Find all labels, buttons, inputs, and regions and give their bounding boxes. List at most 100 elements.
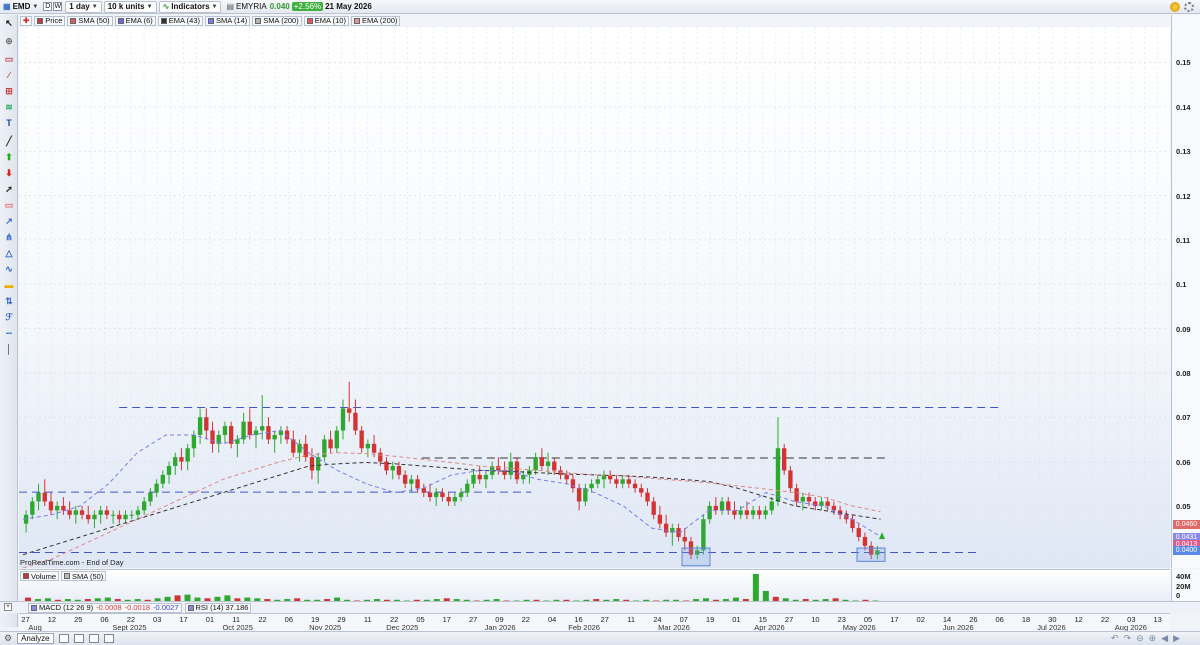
ruler-icon[interactable]: ▭ — [3, 53, 15, 65]
zoom-out-icon[interactable]: ⊖ — [1136, 633, 1144, 644]
chevron-down-icon: ▼ — [32, 3, 39, 10]
date-tick: 10 — [811, 615, 820, 624]
candle-body — [42, 492, 47, 502]
zoom-icon[interactable]: ⊕ — [3, 35, 15, 47]
line-tool-icon[interactable]: ╱ — [3, 135, 15, 147]
chart-options-button[interactable]: ✚ — [20, 15, 33, 26]
candle-body — [576, 488, 582, 502]
timeframe-label: 1 day — [69, 2, 90, 11]
ray-icon[interactable]: ↗ — [3, 215, 15, 227]
volume-legend-item[interactable]: Volume — [20, 571, 60, 581]
price-tick: 0.06 — [1176, 457, 1191, 467]
price-tick: 0.05 — [1176, 501, 1191, 511]
macd-value-1: -0.0008 — [96, 603, 122, 612]
legend-swatch — [37, 17, 44, 24]
settings-icon[interactable]: ⚙ — [4, 633, 12, 644]
candle-body — [477, 474, 482, 480]
last-price: 0.040 — [269, 2, 290, 11]
window-icon[interactable] — [88, 634, 99, 643]
alert-icon[interactable] — [1170, 1, 1180, 12]
symbol-label: EMD — [12, 2, 31, 11]
chevron-down-icon: ▼ — [211, 3, 218, 10]
units-selector[interactable]: 10 k units ▼ — [103, 0, 157, 13]
symbol-selector[interactable]: ▦ EMD ▼ — [0, 1, 41, 13]
candle-body — [123, 514, 128, 520]
zoom-in-icon[interactable]: ⊕ — [1149, 633, 1157, 644]
triangle-icon[interactable]: △ — [3, 247, 15, 259]
scroll-right-icon[interactable]: ▶ — [1173, 633, 1180, 644]
date-tick: 22 — [258, 615, 267, 624]
table-icon[interactable] — [103, 634, 114, 643]
legend-item[interactable]: Price — [34, 15, 66, 26]
vertical-line-icon[interactable]: │ — [3, 343, 15, 355]
legend-item[interactable]: EMA (6) — [114, 15, 156, 26]
rsi-label: RSI (14) 37.186 — [195, 603, 249, 612]
trendline-icon[interactable]: ∕ — [3, 69, 15, 81]
legend-item[interactable]: SMA (200) — [252, 15, 302, 26]
volume-sma-legend-item[interactable]: SMA (50) — [61, 571, 107, 581]
candle-body — [483, 474, 489, 480]
arrow-down-icon[interactable]: ⬇ — [3, 167, 15, 179]
analyze-button[interactable]: Analyze — [17, 633, 54, 644]
wave-icon[interactable]: ∿ — [3, 263, 15, 275]
rsi-legend[interactable]: RSI (14) 37.186 — [184, 602, 252, 613]
candle-body — [496, 466, 501, 471]
candle-body — [452, 497, 458, 502]
legend-item[interactable]: EMA (200) — [350, 15, 401, 26]
candle-body — [421, 488, 426, 493]
candle-body — [446, 497, 451, 502]
measure-icon[interactable]: ⇅ — [3, 295, 15, 307]
candle-body — [402, 474, 408, 484]
timeframe-selector[interactable]: 1 day ▼ — [65, 0, 102, 13]
fibonacci-icon[interactable]: ⊞ — [3, 85, 15, 97]
legend-item[interactable]: SMA (14) — [205, 15, 251, 26]
macd-legend[interactable]: MACD (12 26 9) -0.0008 -0.0018 -0.0027 — [28, 602, 182, 613]
rectangle-icon[interactable]: ▭ — [3, 199, 15, 211]
price-chart-svg — [19, 27, 1170, 569]
redo-icon[interactable]: ↷ — [1124, 633, 1132, 644]
collapse-icon[interactable]: + — [4, 603, 12, 611]
gear-icon[interactable] — [1184, 1, 1194, 12]
price-tick: 0.14 — [1176, 102, 1191, 112]
legend-swatch — [208, 17, 215, 24]
arrow-up-icon[interactable]: ⬆ — [3, 151, 15, 163]
price-chart[interactable]: ProRealTime.com - End of Day — [19, 27, 1170, 569]
daily-period-button[interactable]: D — [43, 2, 53, 11]
candle-body — [800, 497, 805, 502]
time-axis[interactable]: 27 12 25 06 22 03 17 01 11 22 06 19 29 11 22 05 17 27 09 22… — [19, 613, 1170, 632]
candle-body — [769, 501, 774, 511]
legend-item[interactable]: SMA (50) — [67, 15, 113, 26]
indicators-button[interactable]: ∿ Indicators ▼ — [158, 0, 222, 13]
highlight-icon[interactable]: ▬ — [3, 279, 15, 291]
date-tick: 06 — [284, 615, 294, 624]
scroll-left-icon[interactable]: ◀ — [1161, 633, 1168, 644]
date-tick: 04 — [547, 615, 557, 624]
arrow-diagonal-icon[interactable]: ➚ — [3, 183, 15, 195]
moving-average-line — [22, 452, 881, 569]
curve-icon[interactable]: ∽ — [3, 327, 15, 339]
chevron-down-icon: ▼ — [146, 3, 153, 10]
pointer-icon[interactable]: ↖ — [3, 17, 15, 29]
undo-icon[interactable]: ↶ — [1111, 633, 1119, 644]
rsi-swatch — [187, 604, 194, 611]
candle-body — [98, 510, 103, 515]
volume-panel[interactable]: Volume SMA (50) — [19, 569, 1170, 602]
candle-body — [614, 479, 619, 484]
weekly-period-button[interactable]: W — [53, 2, 63, 11]
fan-icon[interactable]: ℱ — [3, 311, 15, 323]
channel-icon[interactable]: ≋ — [3, 101, 15, 113]
price-axis[interactable]: 0.15 0.14 0.13 0.12 0.11 0.1 0.09 0.08 0.07 0.06 0… — [1171, 15, 1200, 568]
candle-body — [651, 501, 656, 515]
pitchfork-icon[interactable]: ⋔ — [3, 231, 15, 243]
candle-body — [297, 443, 302, 453]
legend-item[interactable]: EMA (43) — [157, 15, 204, 26]
candle-body — [744, 510, 750, 515]
chevron-down-icon: ▼ — [91, 3, 98, 10]
candle-body — [365, 443, 371, 449]
text-icon[interactable]: T — [3, 117, 15, 129]
close-icon: ✚ — [23, 16, 30, 25]
layout-icon[interactable] — [58, 634, 69, 643]
legend-swatch — [70, 17, 77, 24]
split-view-icon[interactable] — [73, 634, 84, 643]
legend-item[interactable]: EMA (10) — [303, 15, 349, 26]
